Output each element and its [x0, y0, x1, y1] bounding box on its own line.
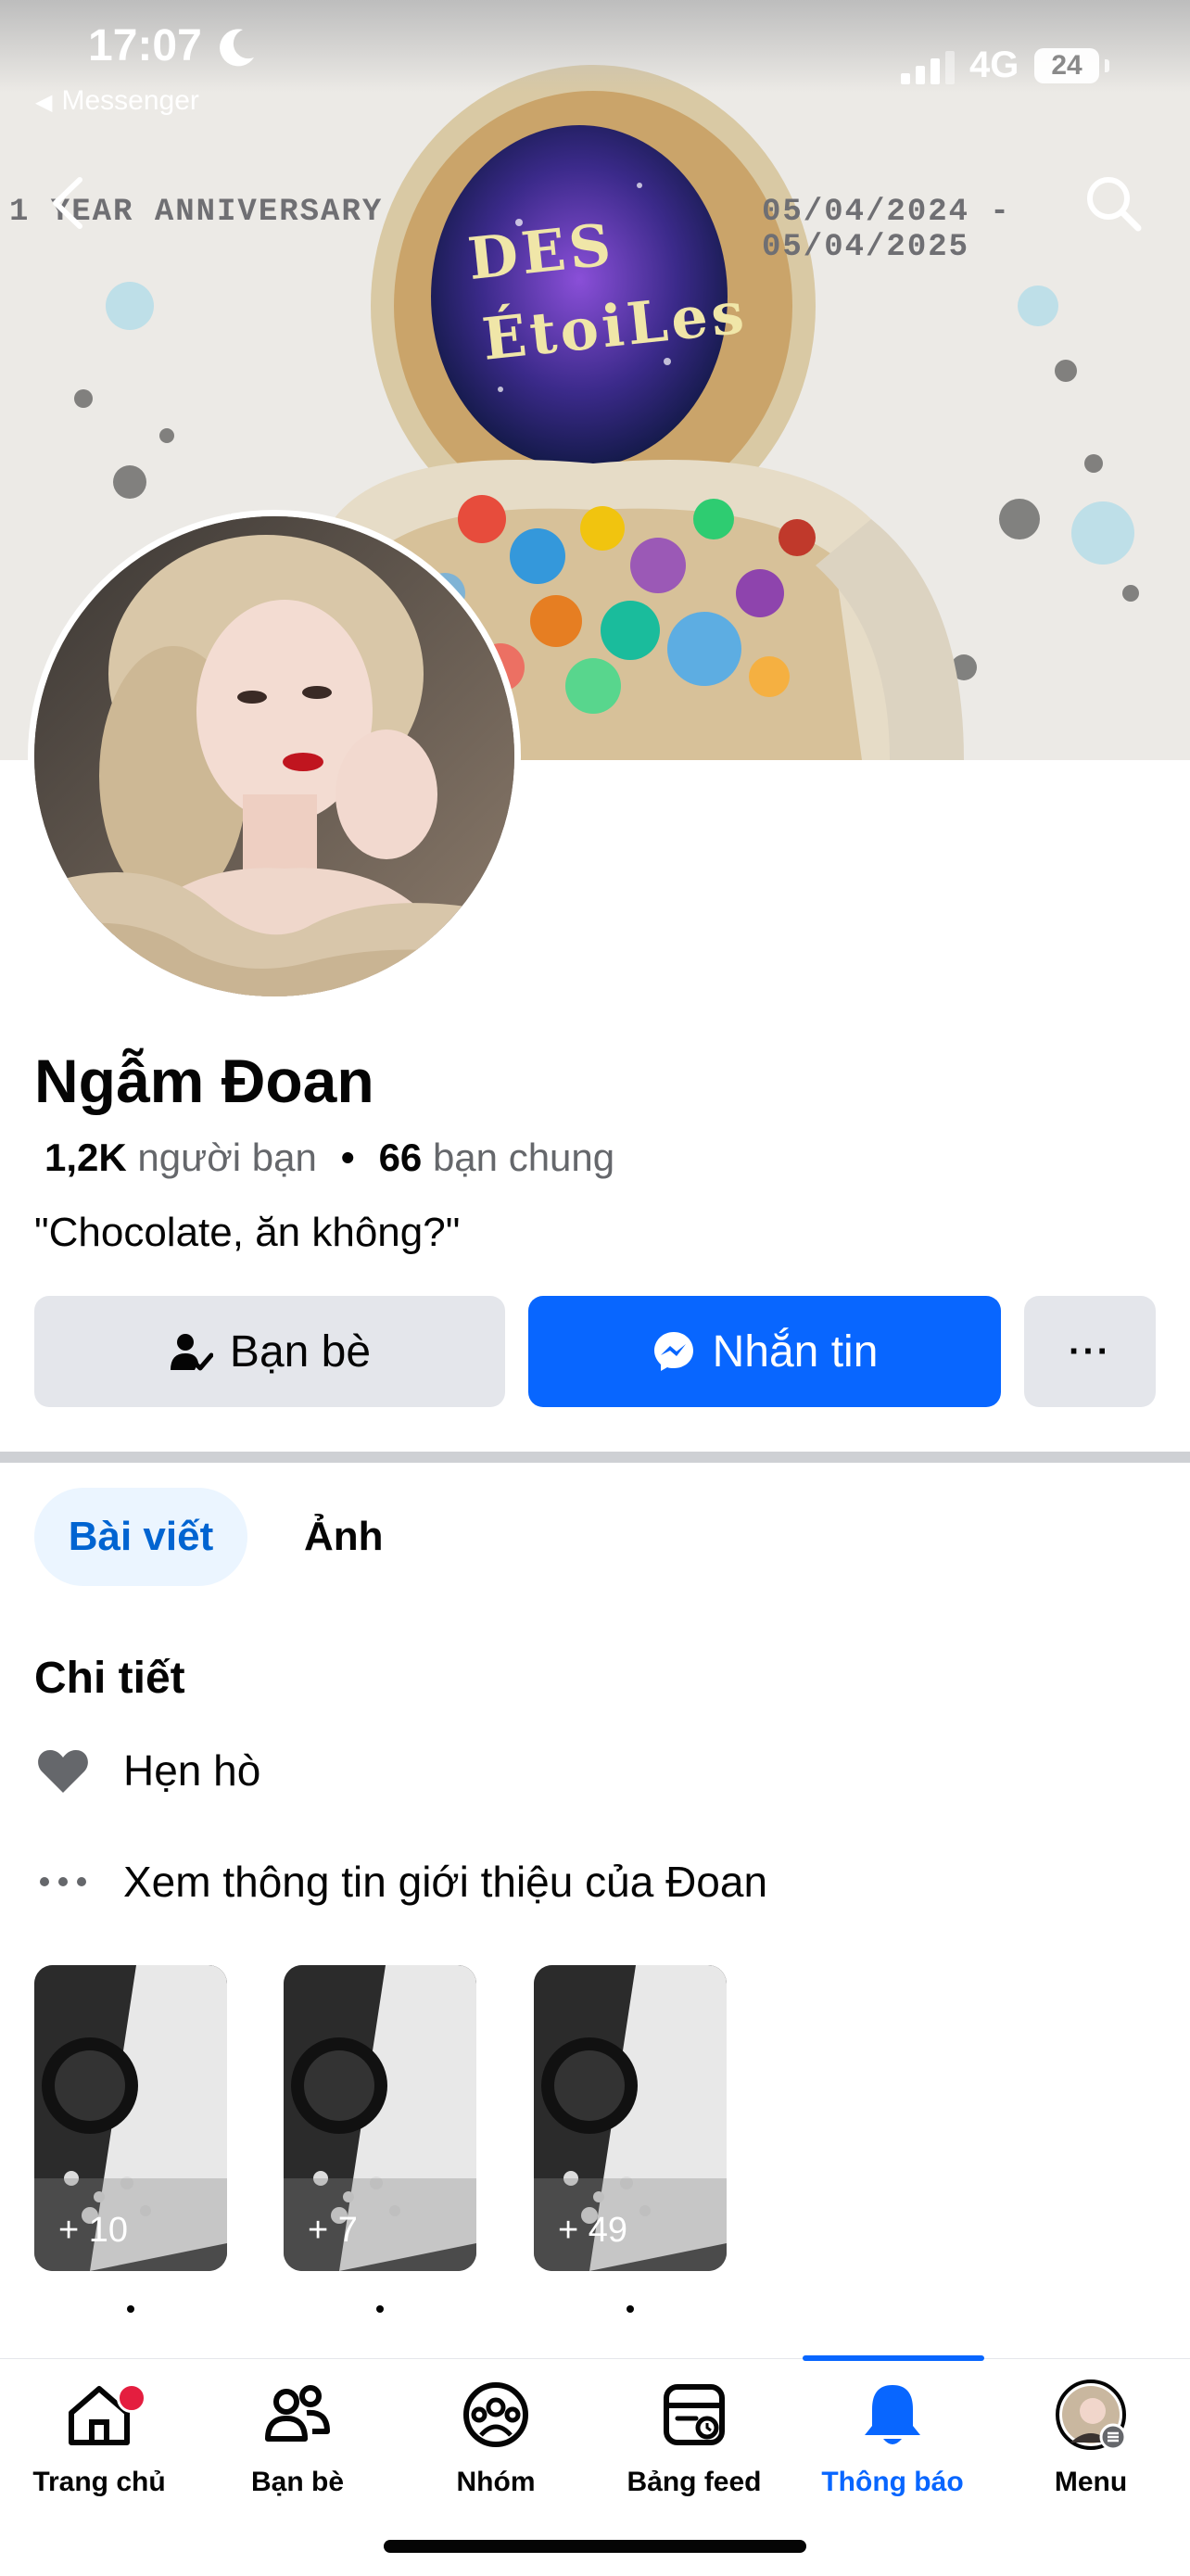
status-time: 17:07 — [88, 21, 202, 70]
friends-icon — [265, 2385, 330, 2442]
mutual-friends-count: 66 — [378, 1136, 423, 1179]
friends-count: 1,2K — [44, 1136, 127, 1179]
nav-notifications[interactable]: Thông báo — [793, 2359, 992, 2517]
back-arrow-icon[interactable] — [44, 174, 91, 232]
back-to-app-link[interactable]: ◀ Messenger — [35, 85, 199, 117]
section-divider — [0, 1452, 1190, 1463]
profile-stats[interactable]: 1,2K người bạn • 66 bạn chung — [44, 1136, 614, 1180]
network-label: 4G — [969, 44, 1019, 85]
friends-button-label: Bạn bè — [229, 1326, 372, 1377]
profile-menu-icon — [1056, 2379, 1127, 2451]
nav-friends-label: Bạn bè — [250, 2467, 345, 2497]
friends-button[interactable]: Bạn bè — [34, 1296, 505, 1407]
notification-badge — [117, 2383, 146, 2413]
nav-feed-label: Bảng feed — [627, 2467, 762, 2497]
battery-indicator: 24 — [1034, 48, 1099, 83]
featured-count: + 49 — [558, 2211, 628, 2250]
tab-posts[interactable]: Bài viết — [34, 1488, 247, 1586]
message-button[interactable]: Nhắn tin — [528, 1296, 1001, 1407]
nav-menu[interactable]: Menu — [992, 2359, 1190, 2517]
tab-photos[interactable]: Ảnh — [304, 1488, 384, 1586]
moon-icon — [220, 29, 254, 67]
friends-label: người bạn — [137, 1136, 317, 1179]
search-icon[interactable] — [1082, 172, 1146, 235]
friend-check-icon — [170, 1334, 213, 1371]
back-app-label: Messenger — [61, 85, 199, 116]
dating-label: Hẹn hò — [123, 1746, 261, 1795]
profile-avatar-frame[interactable] — [28, 510, 521, 1003]
featured-collection[interactable]: + 49 — [534, 1965, 727, 2271]
mutual-friends-label: bạn chung — [432, 1136, 615, 1179]
see-about-row[interactable]: Xem thông tin giới thiệu của Đoan — [34, 1854, 767, 1910]
heart-icon — [34, 1743, 92, 1798]
profile-bio: "Chocolate, ăn không?" — [34, 1210, 461, 1255]
home-indicator[interactable] — [384, 2540, 806, 2553]
groups-icon — [463, 2382, 528, 2447]
more-options-button[interactable]: ··· — [1024, 1296, 1156, 1407]
stats-separator: • — [340, 1136, 355, 1179]
see-about-label: Xem thông tin giới thiệu của Đoan — [123, 1858, 768, 1906]
nav-feed[interactable]: Bảng feed — [595, 2359, 793, 2517]
nav-groups[interactable]: Nhóm — [397, 2359, 595, 2517]
feed-icon — [664, 2384, 725, 2445]
nav-notifications-label: Thông báo — [821, 2467, 964, 2497]
details-title: Chi tiết — [34, 1654, 185, 1703]
featured-collection[interactable]: + 7 — [284, 1965, 476, 2271]
profile-name: Ngẫm Đoan — [34, 1047, 374, 1115]
profile-avatar — [34, 516, 514, 996]
featured-collection[interactable]: + 10 — [34, 1965, 227, 2271]
messenger-icon — [653, 1332, 693, 1371]
featured-dot — [127, 2305, 134, 2313]
nav-friends[interactable]: Bạn bè — [198, 2359, 397, 2517]
avatar-portrait — [34, 516, 514, 996]
signal-icon — [901, 51, 955, 84]
nav-home[interactable]: Trang chủ — [0, 2359, 198, 2517]
featured-count: + 10 — [58, 2211, 129, 2250]
nav-groups-label: Nhóm — [456, 2467, 536, 2497]
dating-row[interactable]: Hẹn hò — [34, 1743, 260, 1798]
more-dots-icon — [34, 1854, 92, 1910]
message-button-label: Nhắn tin — [712, 1326, 879, 1377]
bell-icon — [865, 2385, 920, 2444]
nav-menu-label: Menu — [1054, 2467, 1128, 2497]
featured-dot — [376, 2305, 384, 2313]
nav-home-label: Trang chủ — [32, 2467, 166, 2497]
featured-count: + 7 — [308, 2211, 358, 2250]
featured-dot — [627, 2305, 634, 2313]
more-options-label: ··· — [1069, 1330, 1111, 1372]
battery-tip — [1105, 59, 1109, 72]
back-triangle-icon: ◀ — [35, 90, 53, 115]
